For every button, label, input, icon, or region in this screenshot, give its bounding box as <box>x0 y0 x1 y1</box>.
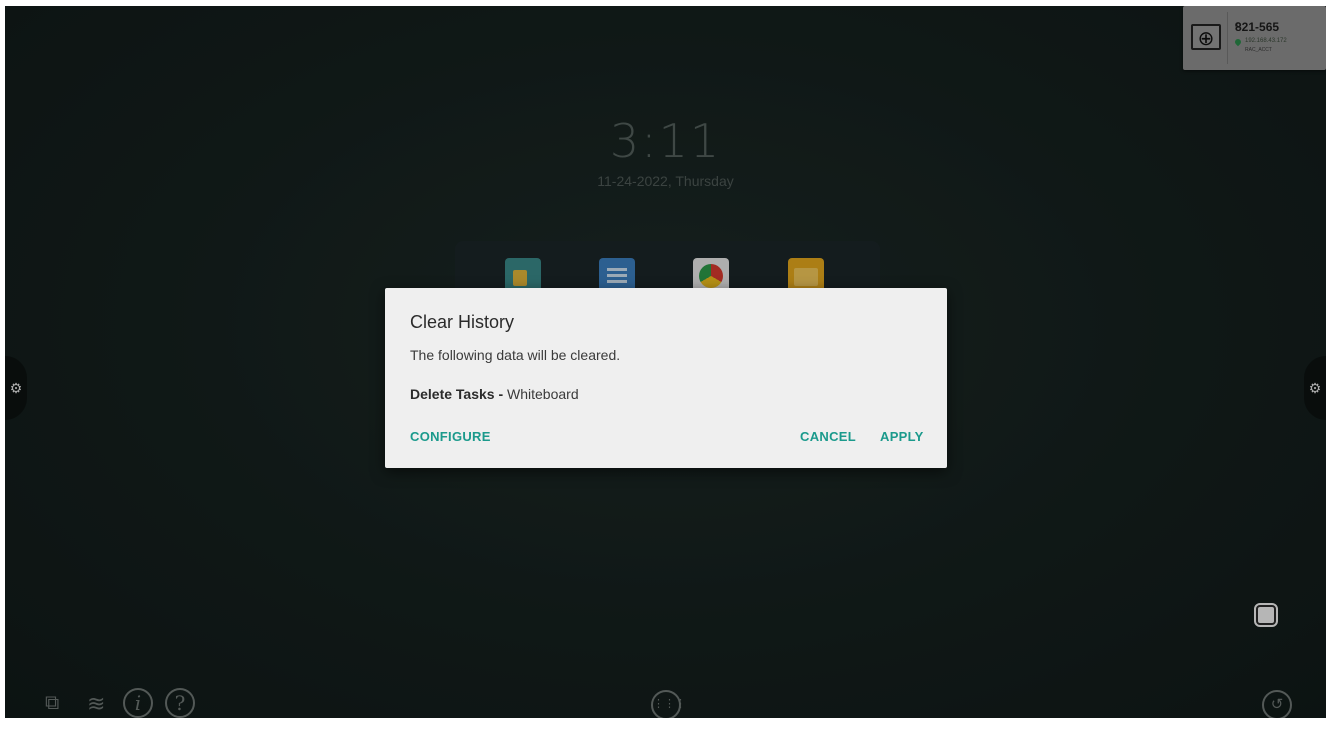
configure-button[interactable]: CONFIGURE <box>410 429 491 444</box>
cancel-button[interactable]: CANCEL <box>800 429 856 444</box>
dialog-item-label: Delete Tasks - <box>410 386 504 402</box>
dialog-item: Delete Tasks - Whiteboard <box>410 386 579 402</box>
clear-history-dialog: Clear History The following data will be… <box>385 288 947 468</box>
dialog-item-value: Whiteboard <box>503 386 579 402</box>
dialog-title: Clear History <box>410 312 515 332</box>
desktop-screen: 3:11 11-24-2022, Thursday ⚙ ⚙ ⊕ 821-565 … <box>5 6 1326 718</box>
apply-button[interactable]: APPLY <box>880 429 924 444</box>
dialog-message: The following data will be cleared. <box>410 347 621 363</box>
